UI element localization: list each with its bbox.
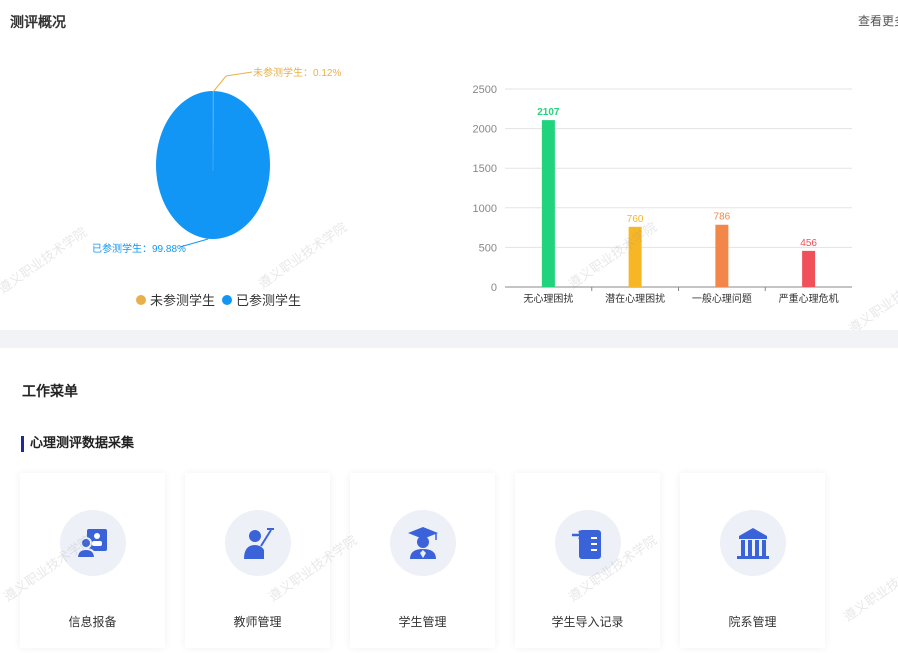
y-tick-label: 0: [491, 282, 497, 294]
y-tick-label: 500: [479, 242, 497, 254]
overview-panel: 测评概况 查看更多 未参测学生：0.12% 已参测学生：99.88% 未参测学生…: [0, 0, 898, 337]
menu-cards: 信息报备 教师管理 学生管理 学生导入记录 院系管理: [20, 473, 898, 648]
x-tick-label: 严重心理危机: [779, 292, 839, 305]
menu-card-label: 学生管理: [398, 615, 447, 629]
legend-dot-unattended: [136, 294, 146, 305]
work-menu-title: 工作菜单: [22, 384, 78, 400]
menu-card-student-import-record[interactable]: 学生导入记录: [515, 473, 660, 648]
id-card-icon: [75, 529, 107, 559]
icon-circle: [60, 510, 126, 576]
menu-card-info-report[interactable]: 信息报备: [20, 473, 165, 648]
bar[interactable]: [715, 224, 729, 287]
menu-card-label: 教师管理: [233, 615, 282, 629]
bar-value-label: 456: [800, 238, 817, 249]
bar-value-label: 2107: [537, 107, 560, 118]
data-collection-section-title: 心理测评数据采集: [21, 436, 134, 452]
menu-card-label: 信息报备: [68, 615, 117, 629]
legend-item-attended[interactable]: 已参测学生: [222, 290, 301, 309]
icon-circle: [225, 510, 291, 576]
legend-label-attended: 已参测学生: [236, 294, 302, 309]
pie-label-unattended: 未参测学生：0.12%: [253, 66, 341, 79]
building-icon: [737, 528, 769, 559]
graduate-icon: [408, 527, 438, 559]
legend-dot-attended: [222, 294, 232, 305]
pie-chart: 未参测学生：0.12% 已参测学生：99.88%: [92, 66, 341, 255]
menu-card-teacher-management[interactable]: 教师管理: [185, 473, 330, 648]
import-record-icon: [572, 530, 601, 559]
x-tick-label: 潜在心理困扰: [605, 292, 665, 305]
x-tick-label: 无心理困扰: [523, 292, 573, 305]
menu-card-label: 学生导入记录: [551, 615, 624, 629]
y-tick-label: 1500: [473, 163, 497, 175]
y-tick-label: 2000: [473, 124, 497, 136]
bar-value-label: 760: [627, 214, 644, 225]
y-tick-label: 2500: [473, 84, 497, 96]
pie-leader-line-unattended: [212, 75, 227, 93]
pie-leader-line-unattended-h: [225, 71, 253, 77]
x-tick-label: 一般心理问题: [692, 292, 752, 305]
bar-chart: 0 500 1000 1500 2000 2500 2107 无心理困扰 760 潜在心理困扰 7…: [473, 84, 852, 305]
bar[interactable]: [628, 226, 642, 287]
bar[interactable]: [802, 250, 816, 287]
legend-label-unattended: 未参测学生: [150, 294, 216, 309]
menu-card-label: 院系管理: [728, 615, 777, 629]
y-tick-label: 1000: [473, 203, 497, 215]
menu-card-student-management[interactable]: 学生管理: [350, 473, 495, 648]
bar-value-label: 786: [714, 212, 731, 223]
teacher-icon: [244, 528, 274, 559]
section-divider: [0, 330, 898, 348]
icon-circle: [390, 510, 456, 576]
bar[interactable]: [541, 120, 555, 287]
overview-title: 测评概况: [10, 15, 66, 31]
legend-item-unattended[interactable]: 未参测学生: [136, 290, 215, 309]
menu-card-department-management[interactable]: 院系管理: [680, 473, 825, 648]
icon-circle: [555, 510, 621, 576]
work-menu-panel: 工作菜单 心理测评数据采集 信息报备 教师管理 学生管理 学生导入记录 院系管理…: [0, 348, 898, 653]
icon-circle: [720, 510, 786, 576]
pie-label-attended: 已参测学生：99.88%: [92, 242, 186, 255]
view-more-link[interactable]: 查看更多: [858, 12, 898, 29]
